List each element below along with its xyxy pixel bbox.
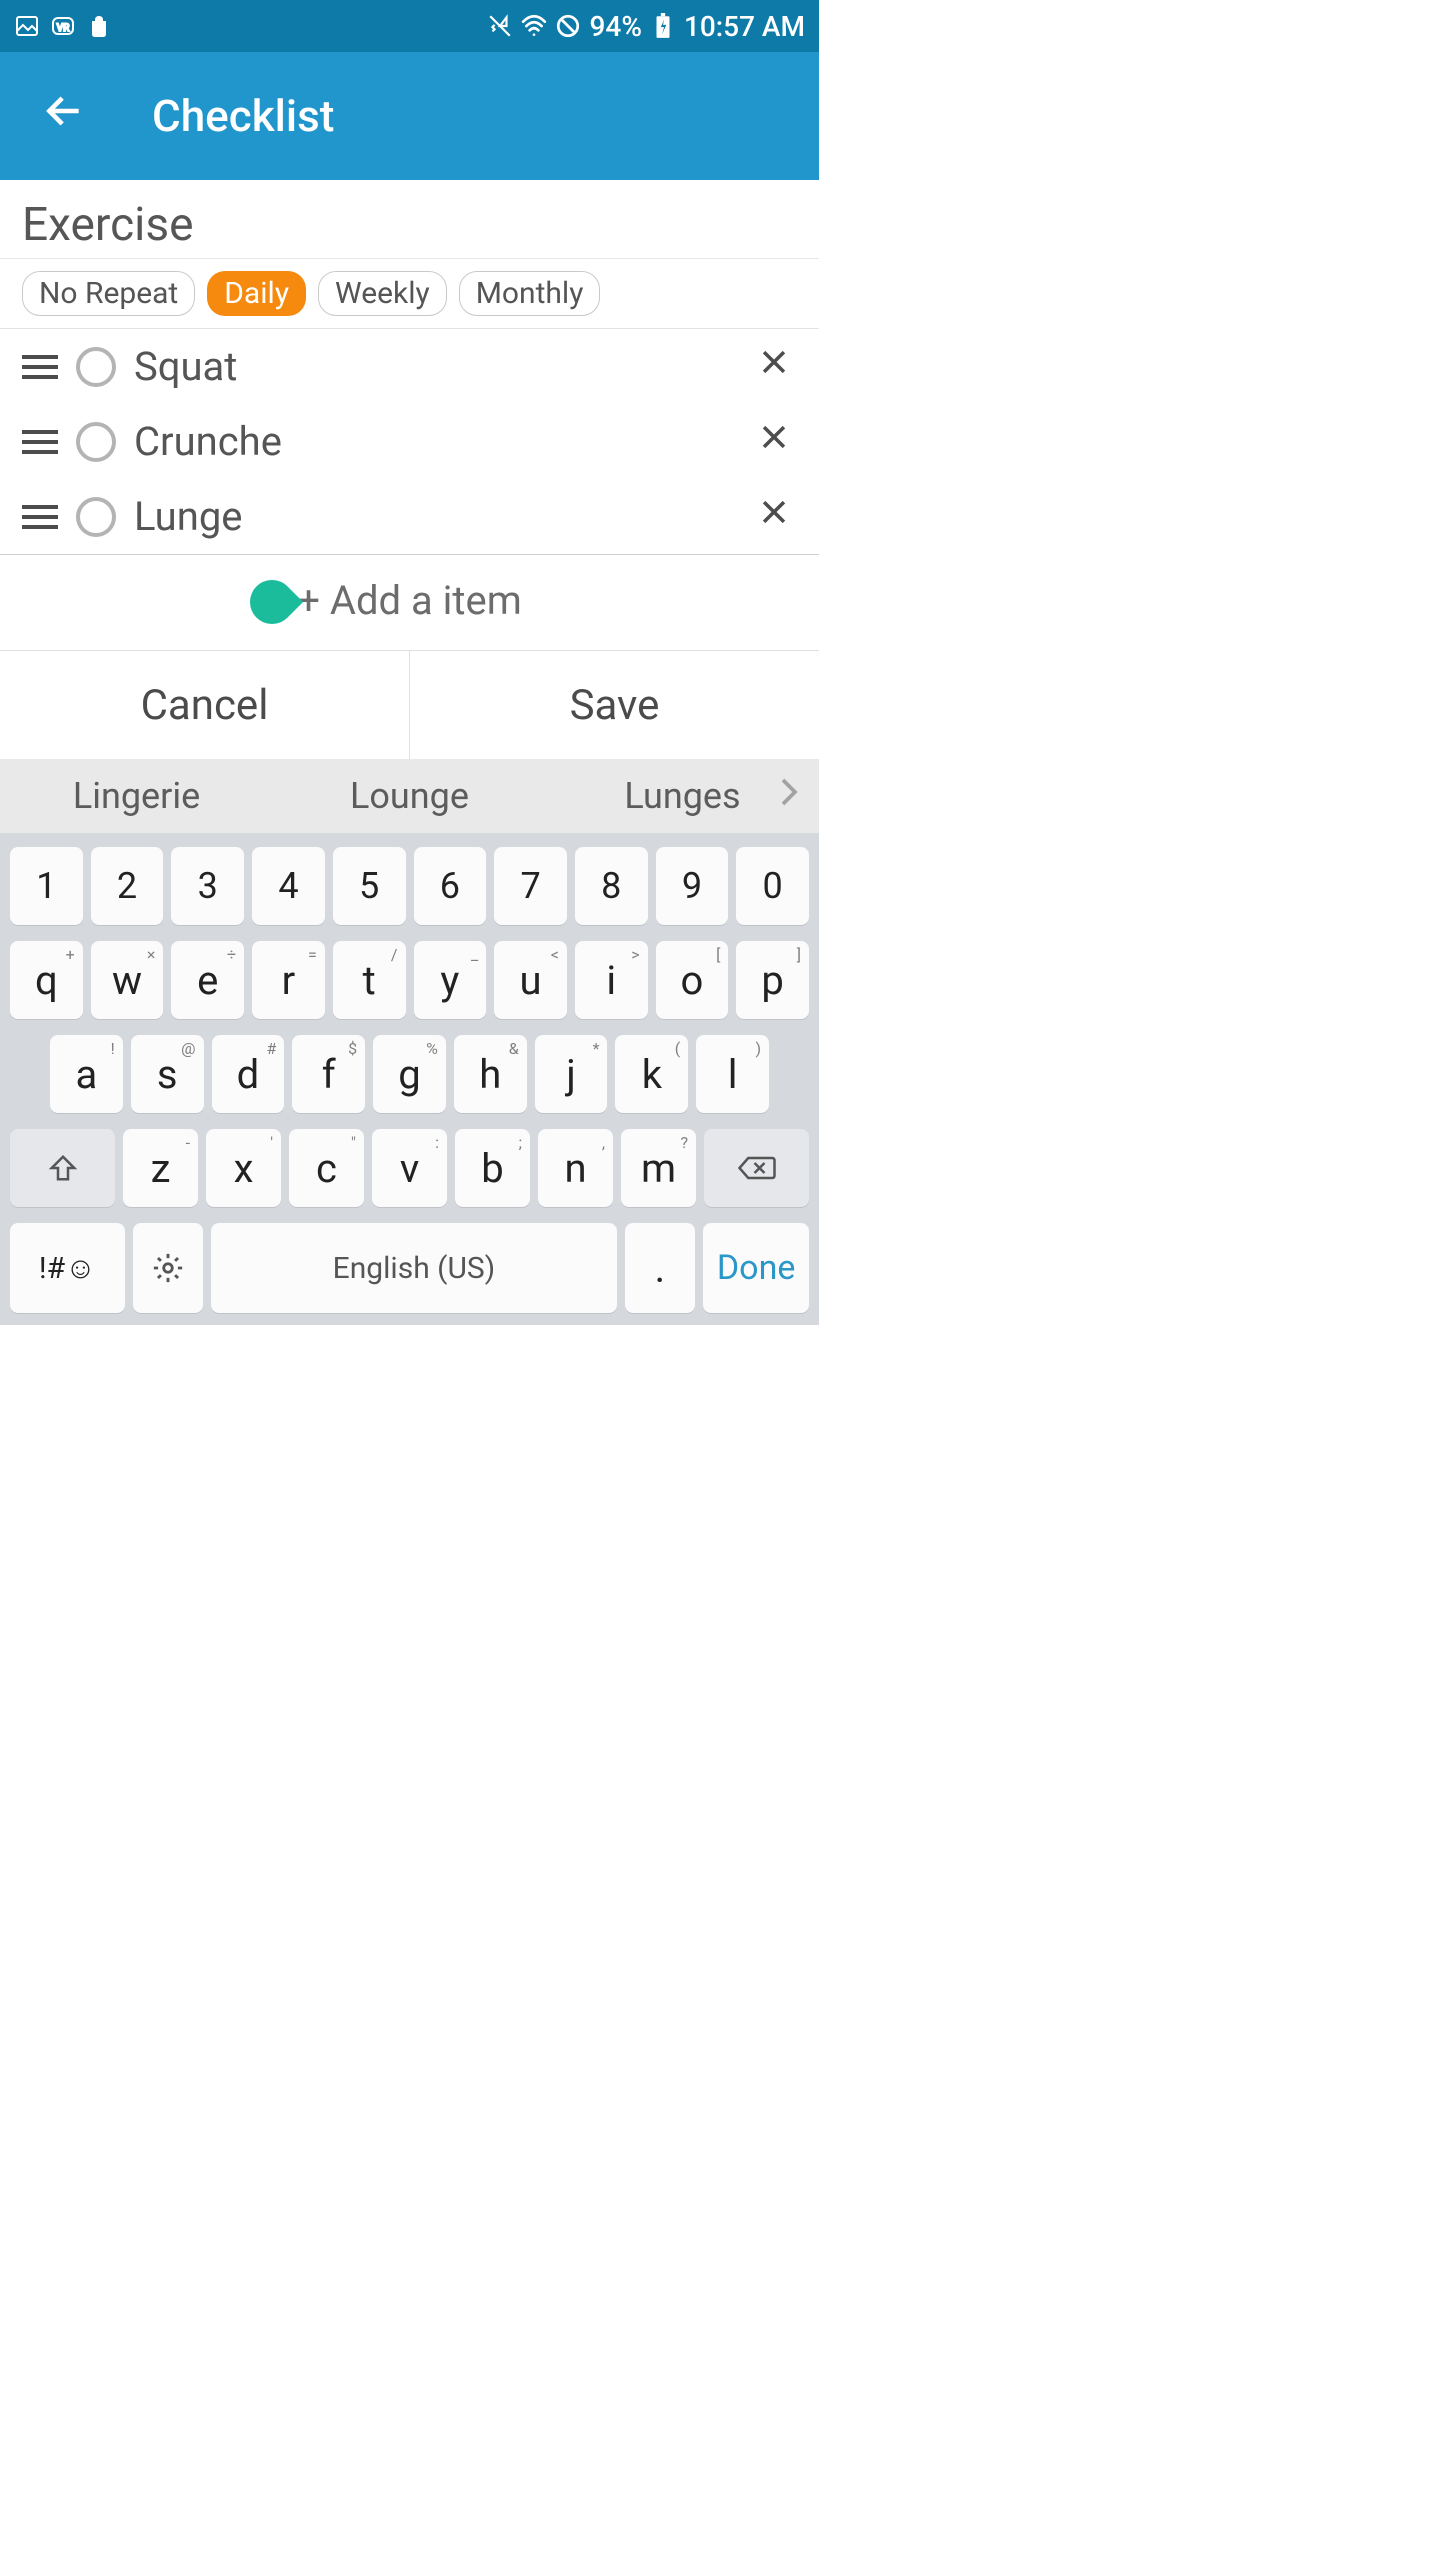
- key-p[interactable]: p]: [736, 941, 809, 1019]
- key-n[interactable]: n,: [538, 1129, 613, 1207]
- no-sync-icon: [555, 13, 581, 39]
- key-4[interactable]: 4: [252, 847, 325, 925]
- item-checkbox[interactable]: [76, 497, 116, 537]
- checklist-item: Squat: [0, 329, 819, 404]
- backspace-key[interactable]: [704, 1129, 809, 1207]
- action-row: Cancel Save: [0, 651, 819, 759]
- key-8[interactable]: 8: [575, 847, 648, 925]
- key-f[interactable]: f$: [292, 1035, 365, 1113]
- bag-icon: [86, 13, 112, 39]
- status-bar: VR 94% 10:57 AM: [0, 0, 819, 52]
- add-item-button[interactable]: + Add a item: [0, 555, 819, 651]
- key-0[interactable]: 0: [736, 847, 809, 925]
- repeat-options: No Repeat Daily Weekly Monthly: [0, 259, 819, 329]
- repeat-daily[interactable]: Daily: [207, 271, 306, 316]
- wifi-icon: [521, 13, 547, 39]
- key-z[interactable]: z-: [123, 1129, 198, 1207]
- key-b[interactable]: b;: [455, 1129, 530, 1207]
- page-title: Checklist: [152, 90, 334, 142]
- suggestion-more-icon[interactable]: [779, 777, 799, 815]
- key-e[interactable]: e÷: [171, 941, 244, 1019]
- settings-key[interactable]: [133, 1223, 204, 1313]
- cancel-button[interactable]: Cancel: [0, 651, 410, 759]
- key-a[interactable]: a!: [50, 1035, 123, 1113]
- item-text-input[interactable]: Lunge: [134, 493, 739, 540]
- key-7[interactable]: 7: [494, 847, 567, 925]
- symbols-key[interactable]: !#☺: [10, 1223, 125, 1313]
- vr-icon: VR: [50, 13, 76, 39]
- key-v[interactable]: v:: [372, 1129, 447, 1207]
- suggestion[interactable]: Lounge: [273, 775, 546, 817]
- key-k[interactable]: k(: [615, 1035, 688, 1113]
- key-o[interactable]: o[: [656, 941, 729, 1019]
- done-key[interactable]: Done: [703, 1223, 809, 1313]
- checklist-item: Lunge: [0, 479, 819, 555]
- key-g[interactable]: g%: [373, 1035, 446, 1113]
- shift-key[interactable]: [10, 1129, 115, 1207]
- item-checkbox[interactable]: [76, 347, 116, 387]
- back-arrow-icon[interactable]: [42, 89, 86, 143]
- suggestion[interactable]: Lingerie: [0, 775, 273, 817]
- key-2[interactable]: 2: [91, 847, 164, 925]
- key-s[interactable]: s@: [131, 1035, 204, 1113]
- keyboard-suggestions: Lingerie Lounge Lunges: [0, 759, 819, 833]
- delete-item-icon[interactable]: [757, 420, 791, 463]
- item-text-input[interactable]: Crunche: [134, 418, 739, 465]
- item-checkbox[interactable]: [76, 422, 116, 462]
- keyboard: 1234567890 q+w×e÷r=t/y_u<i>o[p] a!s@d#f$…: [0, 833, 819, 1325]
- delete-item-icon[interactable]: [757, 345, 791, 388]
- key-i[interactable]: i>: [575, 941, 648, 1019]
- key-u[interactable]: u<: [494, 941, 567, 1019]
- time-text: 10:57 AM: [684, 10, 805, 43]
- gallery-icon: [14, 13, 40, 39]
- repeat-monthly[interactable]: Monthly: [459, 271, 601, 316]
- key-y[interactable]: y_: [414, 941, 487, 1019]
- key-x[interactable]: x': [206, 1129, 281, 1207]
- key-w[interactable]: w×: [91, 941, 164, 1019]
- vibrate-icon: [487, 13, 513, 39]
- key-1[interactable]: 1: [10, 847, 83, 925]
- drag-handle-icon[interactable]: [22, 430, 58, 454]
- drag-handle-icon[interactable]: [22, 355, 58, 379]
- key-c[interactable]: c": [289, 1129, 364, 1207]
- space-key[interactable]: English (US): [211, 1223, 617, 1313]
- checklist-item: Crunche: [0, 404, 819, 479]
- battery-icon: [650, 13, 676, 39]
- repeat-weekly[interactable]: Weekly: [318, 271, 447, 316]
- item-text-input[interactable]: Squat: [134, 343, 739, 390]
- key-9[interactable]: 9: [656, 847, 729, 925]
- key-t[interactable]: t/: [333, 941, 406, 1019]
- battery-text: 94%: [589, 10, 641, 43]
- drag-handle-icon[interactable]: [22, 505, 58, 529]
- repeat-no-repeat[interactable]: No Repeat: [22, 271, 195, 316]
- checklist-title-input[interactable]: Exercise: [0, 180, 819, 259]
- key-d[interactable]: d#: [212, 1035, 285, 1113]
- key-5[interactable]: 5: [333, 847, 406, 925]
- key-q[interactable]: q+: [10, 941, 83, 1019]
- delete-item-icon[interactable]: [757, 495, 791, 538]
- key-l[interactable]: l): [696, 1035, 769, 1113]
- key-6[interactable]: 6: [414, 847, 487, 925]
- period-key[interactable]: .: [625, 1223, 696, 1313]
- svg-text:VR: VR: [57, 23, 70, 34]
- key-j[interactable]: j*: [535, 1035, 608, 1113]
- app-bar: Checklist: [0, 52, 819, 180]
- key-3[interactable]: 3: [171, 847, 244, 925]
- key-r[interactable]: r=: [252, 941, 325, 1019]
- key-h[interactable]: h&: [454, 1035, 527, 1113]
- key-m[interactable]: m?: [621, 1129, 696, 1207]
- save-button[interactable]: Save: [410, 651, 819, 759]
